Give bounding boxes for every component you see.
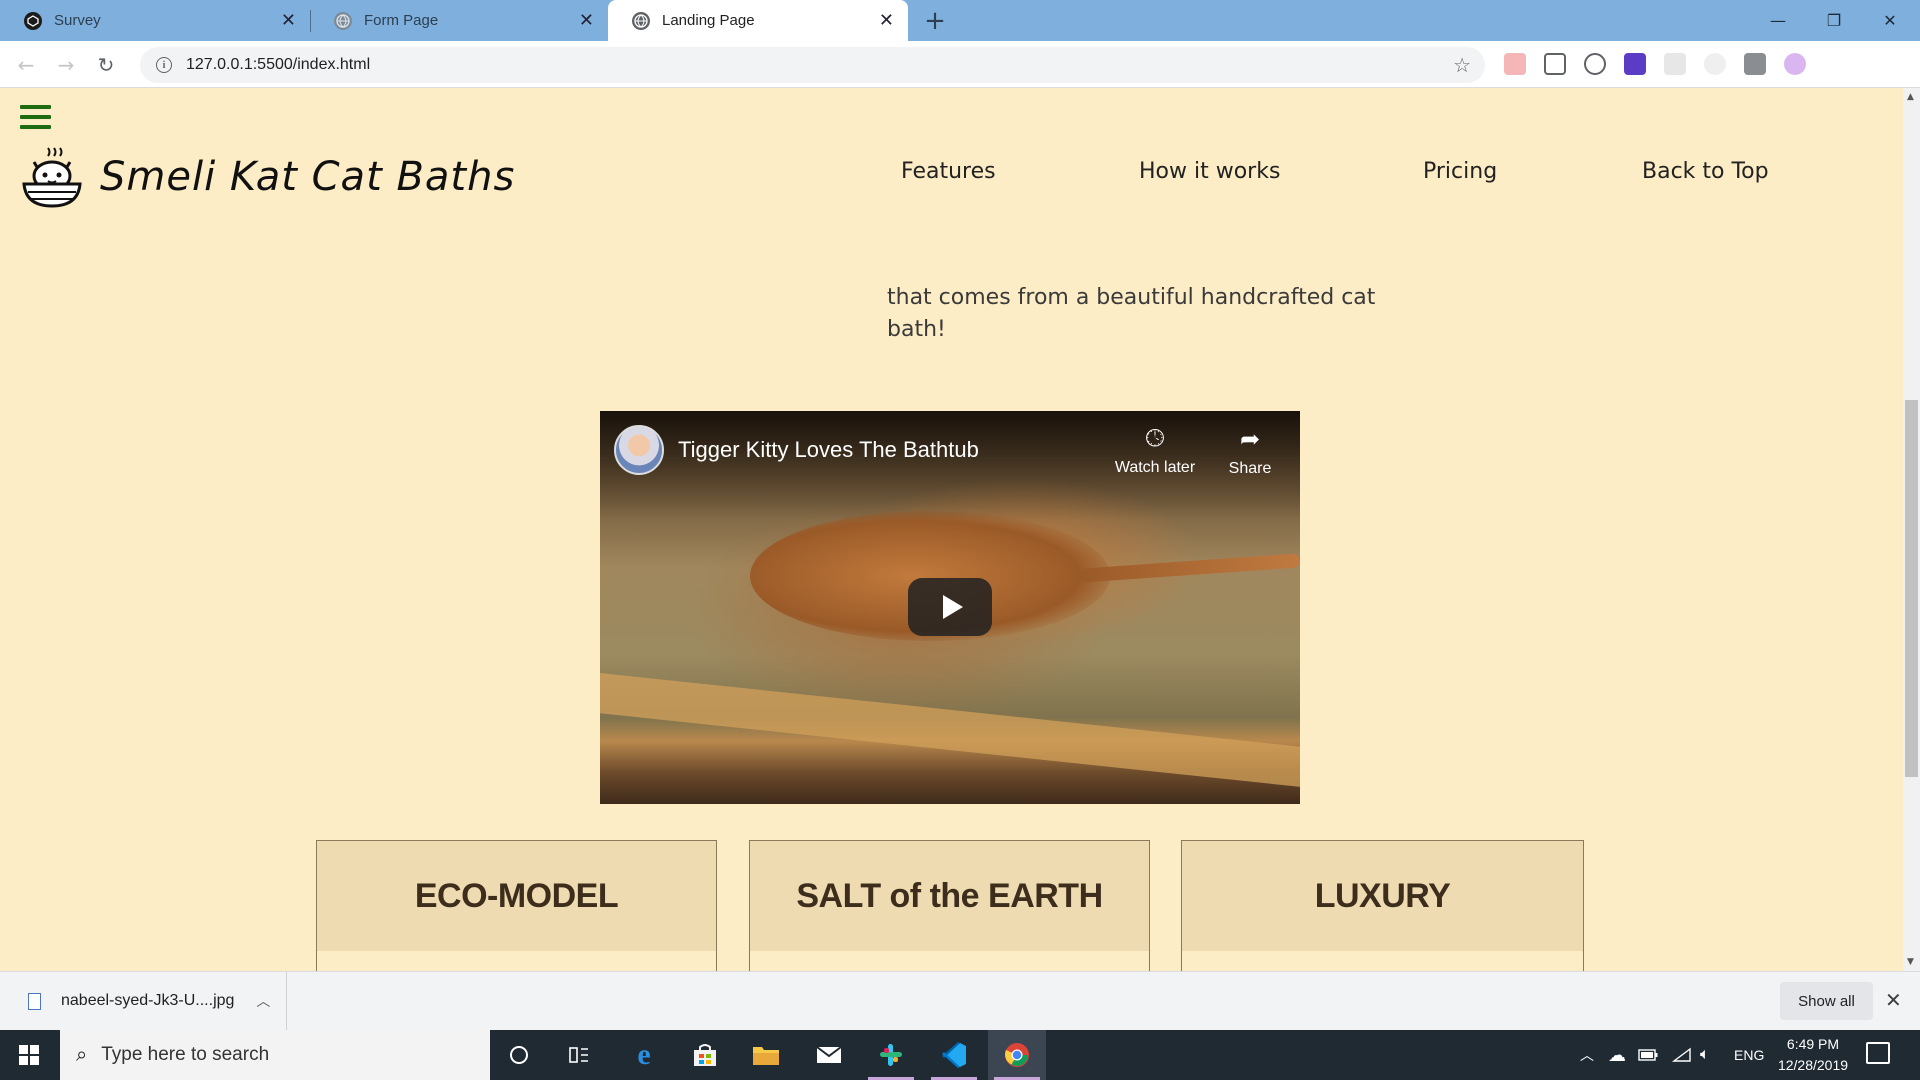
mail-icon[interactable] — [800, 1030, 858, 1080]
show-all-button[interactable]: Show all — [1780, 982, 1873, 1020]
back-button[interactable]: ← — [10, 49, 42, 81]
reload-button[interactable]: ↻ — [90, 49, 122, 81]
close-window-button[interactable]: ✕ — [1862, 0, 1918, 41]
page-viewport: Smeli Kat Cat Baths Features How it work… — [0, 88, 1920, 971]
windows-logo-icon — [19, 1045, 39, 1065]
scrollbar-thumb[interactable] — [1905, 400, 1918, 777]
clock-icon: 🕓︎ — [1145, 425, 1165, 452]
action-center-icon[interactable] — [1866, 1042, 1890, 1064]
screenshot-extension-icon[interactable] — [1544, 53, 1566, 75]
pricing-card-title: SALT of the EARTH — [750, 841, 1149, 951]
taskbar-clock[interactable]: 6:49 PM 12/28/2019 — [1765, 1034, 1861, 1076]
vscode-icon[interactable] — [925, 1030, 983, 1080]
scroll-up-arrow-icon[interactable]: ▲ — [1907, 92, 1914, 102]
video-player[interactable]: Tigger Kitty Loves The Bathtub 🕓︎ Watch … — [600, 411, 1300, 804]
tab-label: Landing Page — [662, 12, 755, 29]
tab-strip: Survey ✕ Form Page ✕ Landing Page ✕ + — … — [0, 0, 1920, 41]
minimize-button[interactable]: — — [1750, 0, 1806, 41]
globe-icon — [632, 11, 650, 30]
nav-link-back-to-top[interactable]: Back to Top — [1642, 148, 1769, 194]
search-icon: ⌕ — [76, 1043, 88, 1066]
hamburger-menu-icon[interactable] — [20, 105, 51, 129]
store-icon[interactable] — [676, 1030, 734, 1080]
pricing-card-luxury: LUXURY — [1181, 840, 1584, 971]
watch-later-button[interactable]: 🕓︎ Watch later — [1110, 425, 1200, 477]
battery-icon[interactable] — [1638, 1030, 1658, 1080]
restore-button[interactable]: ❐ — [1806, 0, 1862, 41]
close-icon[interactable]: ✕ — [879, 10, 894, 31]
task-view-icon[interactable] — [550, 1030, 608, 1080]
scroll-down-arrow-icon[interactable]: ▼ — [1907, 957, 1914, 967]
share-button[interactable]: ➦ Share — [1205, 425, 1295, 478]
file-explorer-icon[interactable] — [737, 1030, 795, 1080]
start-button[interactable] — [0, 1030, 58, 1080]
channel-avatar[interactable] — [614, 425, 664, 475]
extension-icon[interactable] — [1704, 53, 1726, 75]
new-tab-button[interactable]: + — [920, 6, 950, 36]
image-file-icon — [28, 992, 41, 1010]
puzzle-icon[interactable] — [1744, 53, 1766, 75]
chevron-up-icon[interactable]: ︿ — [256, 991, 270, 1011]
show-hidden-icons-chevron-icon[interactable]: ︿ — [1580, 1030, 1594, 1080]
address-bar[interactable]: i 127.0.0.1:5500/index.html ☆ — [140, 47, 1485, 83]
brand-title: Smeli Kat Cat Baths — [100, 154, 516, 200]
extension-icon[interactable] — [1584, 53, 1606, 75]
browser-toolbar: ← → ↻ i 127.0.0.1:5500/index.html ☆ m ⋮ — [0, 41, 1920, 121]
intro-text: that comes from a beautiful handcrafted … — [887, 285, 1376, 342]
play-button[interactable] — [908, 578, 992, 636]
globe-icon — [334, 11, 352, 30]
tab-form-page[interactable]: Form Page ✕ — [310, 0, 609, 41]
video-title[interactable]: Tigger Kitty Loves The Bathtub — [678, 437, 979, 463]
tab-label: Form Page — [364, 12, 439, 29]
pricing-card-salt: SALT of the EARTH — [749, 840, 1150, 971]
close-icon[interactable]: ✕ — [281, 10, 296, 31]
tab-survey[interactable]: Survey ✕ — [0, 0, 311, 41]
wifi-icon[interactable] — [1672, 1030, 1692, 1080]
language-indicator[interactable]: ENG — [1734, 1030, 1764, 1080]
extension-icon[interactable] — [1504, 53, 1526, 75]
video-frame-rim — [600, 669, 1300, 793]
pricing-card-title: LUXURY — [1182, 841, 1583, 951]
cortana-icon[interactable] — [490, 1030, 548, 1080]
search-placeholder: Type here to search — [101, 1044, 270, 1065]
pricing-card-title: ECO-MODEL — [317, 841, 716, 951]
download-bar: nabeel-syed-Jk3-U....jpg ︿ Show all ✕ — [0, 971, 1920, 1030]
cat-bath-logo — [22, 147, 82, 208]
play-icon — [942, 595, 963, 619]
broadcast-icon[interactable] — [1784, 53, 1806, 75]
close-icon[interactable]: ✕ — [1885, 988, 1902, 1012]
download-file-name: nabeel-syed-Jk3-U....jpg — [61, 992, 235, 1009]
pricing-card-eco: ECO-MODEL — [316, 840, 717, 971]
forward-button[interactable]: → — [50, 49, 82, 81]
extension-icon[interactable] — [1664, 53, 1686, 75]
chrome-icon[interactable] — [988, 1030, 1046, 1080]
codepen-icon — [24, 11, 42, 30]
nav-link-how-it-works[interactable]: How it works — [1139, 148, 1280, 194]
edge-browser-icon[interactable]: e — [615, 1030, 673, 1080]
share-label: Share — [1228, 460, 1272, 477]
close-icon[interactable]: ✕ — [579, 10, 594, 31]
nav-link-features[interactable]: Features — [901, 148, 996, 194]
info-icon[interactable]: i — [156, 57, 172, 73]
watch-later-label: Watch later — [1114, 459, 1196, 476]
clock-date: 12/28/2019 — [1777, 1057, 1849, 1073]
tab-landing-page[interactable]: Landing Page ✕ — [608, 0, 908, 41]
volume-icon[interactable]: 🔈︎ — [1700, 1030, 1710, 1080]
video-frame-tail — [1079, 553, 1300, 583]
clock-time: 6:49 PM — [1786, 1036, 1840, 1052]
page-scrollbar[interactable]: ▲ ▼ — [1903, 88, 1920, 971]
tab-label: Survey — [54, 12, 101, 29]
onedrive-cloud-icon[interactable]: ☁ — [1608, 1030, 1626, 1080]
url-text: 127.0.0.1:5500/index.html — [186, 56, 371, 73]
bookmark-star-icon[interactable]: ☆ — [1453, 53, 1471, 78]
checklist-extension-icon[interactable] — [1624, 53, 1646, 75]
share-arrow-icon: ➦ — [1239, 426, 1261, 453]
slack-icon[interactable] — [862, 1030, 920, 1080]
windows-taskbar: ⌕ Type here to search e ︿ ☁ 🔈︎ ENG 6:49 … — [0, 1030, 1920, 1080]
download-item[interactable]: nabeel-syed-Jk3-U....jpg ︿ — [0, 972, 287, 1030]
taskbar-search[interactable]: ⌕ Type here to search — [60, 1030, 490, 1080]
nav-link-pricing[interactable]: Pricing — [1423, 148, 1497, 194]
